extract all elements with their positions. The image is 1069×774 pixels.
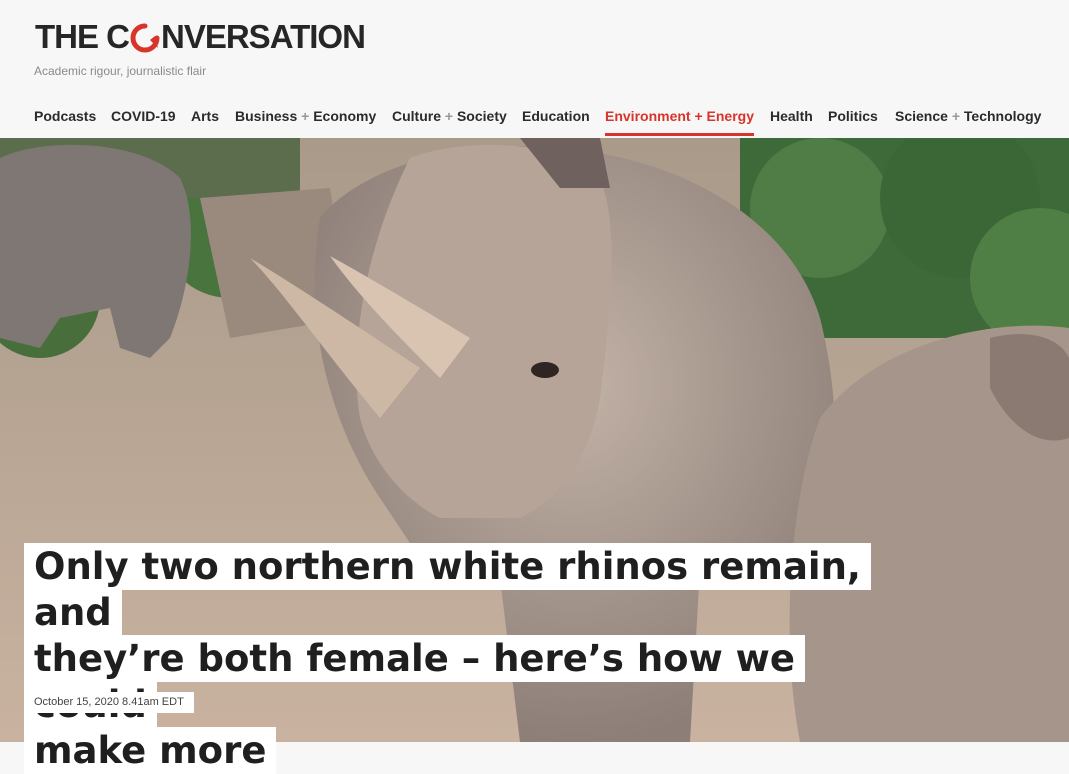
logo-text-end: NVERSATION [161,18,366,55]
article-headline: Only two northern white rhinos remain, a… [24,543,924,774]
nav-item-arts[interactable]: Arts [191,108,219,133]
nav-item-health[interactable]: Health [770,108,813,133]
nav-item-science-technology[interactable]: Science + Technology [895,108,1041,133]
logo-text-start: THE C [35,18,130,55]
nav-item-politics[interactable]: Politics [828,108,878,133]
nav-label: Arts [191,108,220,124]
nav-item-environment-energy[interactable]: Environment + Energy [605,108,755,136]
nav-item-education[interactable]: Education [522,108,590,133]
site-header: THE C NVERSATION Academic rigour, journa… [0,0,1069,138]
site-tagline: Academic rigour, journalistic flair [34,64,207,78]
plus-separator: + [444,108,454,124]
nav-label: Health [770,108,813,124]
speech-bubble-logo-icon [130,23,160,53]
nav-label: Society [456,108,507,124]
headline-line: make more [24,727,277,774]
nav-item-culture-society[interactable]: Culture + Society [392,108,507,133]
site-logo[interactable]: THE C NVERSATION [35,17,366,57]
headline-line: Only two northern white rhinos remain, a… [24,543,871,636]
nav-label: Education [522,108,590,124]
article-date: October 15, 2020 8.41am EDT [24,692,194,713]
nav-label: Business [235,108,298,124]
nav-label: COVID-19 [111,108,176,124]
nav-label: Energy [706,108,755,124]
nav-label: Economy [313,108,377,124]
nav-label: Technology [963,108,1042,124]
nav-item-business-economy[interactable]: Business + Economy [235,108,376,133]
nav-item-podcasts[interactable]: Podcasts [34,108,96,133]
nav-item-covid-19[interactable]: COVID-19 [111,108,176,133]
nav-label: Environment [605,108,691,124]
nav-label: Science [895,108,948,124]
nav-label: Culture [392,108,441,124]
plus-separator: + [694,108,703,124]
plus-separator: + [301,108,310,124]
headline-line: they’re both female – here’s how we coul… [24,635,805,728]
nav-label: Podcasts [34,108,97,124]
nav-label: Politics [828,108,878,124]
plus-separator: + [951,108,961,124]
